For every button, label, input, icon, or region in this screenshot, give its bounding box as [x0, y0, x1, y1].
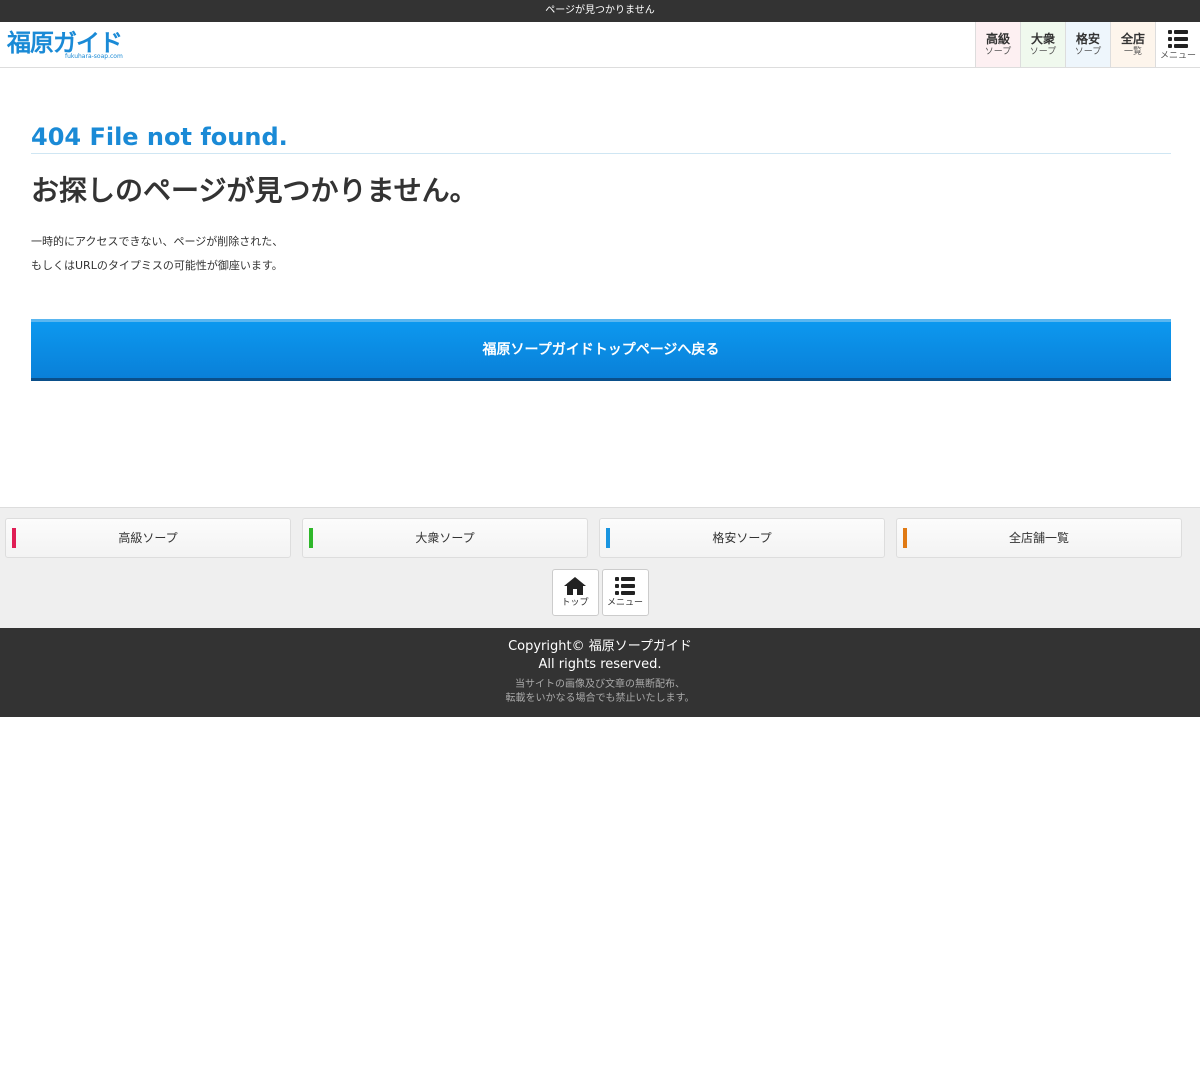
category-color-bar: [606, 528, 610, 548]
nav-all-shops[interactable]: 全店 一覧: [1110, 22, 1155, 67]
category-color-bar: [12, 528, 16, 548]
error-description: 一時的にアクセスできない、ページが削除された、 もしくはURLのタイプミスの可能…: [31, 230, 1171, 278]
logo-domain: fukuhara-soap.com: [65, 53, 123, 60]
nav-all-shops-line1: 全店: [1120, 32, 1145, 46]
not-found-heading: お探しのページが見つかりません。: [31, 174, 478, 207]
nav-all-shops-line2: 一覧: [1123, 47, 1142, 57]
header-menu-label: メニュー: [1159, 51, 1196, 61]
footer-notice: 当サイトの画像及び文章の無断配布、 転載をいかなる場合でも禁止いたします。: [0, 678, 1200, 706]
nav-taishu-line1: 大衆: [1030, 32, 1055, 46]
nav-kakuyasu-line1: 格安: [1075, 32, 1100, 46]
header-nav: 高級 ソープ 大衆 ソープ 格安 ソープ 全店 一覧 メニュー: [975, 22, 1200, 67]
footer-link-all-shops-label: 全店舗一覧: [1008, 531, 1069, 545]
footer-notice-line2: 転載をいかなる場合でも禁止いたします。: [505, 693, 695, 704]
footer-icon-buttons: トップ メニュー: [0, 569, 1200, 616]
error-description-line2: もしくはURLのタイプミスの可能性が御座います。: [31, 259, 283, 272]
footer-link-kakuyasu-soap[interactable]: 格安ソープ: [599, 518, 885, 558]
nav-kakuyasu-line2: ソープ: [1074, 47, 1102, 57]
error-description-line1: 一時的にアクセスできない、ページが削除された、: [31, 235, 284, 248]
nav-taishu-line2: ソープ: [1029, 47, 1057, 57]
footer-menu-button[interactable]: メニュー: [601, 569, 649, 616]
nav-koukyu-line1: 高級: [985, 32, 1010, 46]
footer-link-taishu-label: 大衆ソープ: [415, 531, 475, 545]
footer-menu-label: メニュー: [606, 598, 643, 608]
list-menu-icon: [615, 577, 635, 595]
footer-navigation: 高級ソープ 大衆ソープ 格安ソープ 全店舗一覧 トップ メニュー: [0, 507, 1200, 628]
error-code-title: 404 File not found.: [31, 123, 1171, 154]
category-links: 高級ソープ 大衆ソープ 格安ソープ 全店舗一覧: [0, 508, 1200, 558]
footer-top-button[interactable]: トップ: [551, 569, 599, 616]
header-menu-button[interactable]: メニュー: [1155, 22, 1200, 67]
category-color-bar: [903, 528, 907, 548]
category-color-bar: [309, 528, 313, 548]
site-footer: Copyright© 福原ソープガイド All rights reserved.…: [0, 628, 1200, 717]
home-icon: [564, 577, 586, 595]
footer-top-label: トップ: [561, 598, 589, 608]
footer-link-all-shops[interactable]: 全店舗一覧: [896, 518, 1182, 558]
site-logo[interactable]: 福原ガイド fukuhara-soap.com: [7, 30, 132, 62]
footer-link-kakuyasu-label: 格安ソープ: [712, 531, 772, 545]
nav-koukyu-line2: ソープ: [984, 47, 1012, 57]
footer-link-taishu-soap[interactable]: 大衆ソープ: [302, 518, 588, 558]
footer-link-koukyu-label: 高級ソープ: [118, 531, 178, 545]
footer-link-koukyu-soap[interactable]: 高級ソープ: [5, 518, 291, 558]
footer-notice-line1: 当サイトの画像及び文章の無断配布、: [515, 679, 685, 690]
back-to-top-button[interactable]: 福原ソープガイドトップページへ戻る: [31, 319, 1171, 381]
main-content: 404 File not found. お探しのページが見つかりません。 一時的…: [0, 68, 1200, 507]
list-menu-icon: [1168, 30, 1188, 48]
copyright-text: Copyright© 福原ソープガイド: [508, 639, 692, 654]
site-header: 福原ガイド fukuhara-soap.com 高級 ソープ 大衆 ソープ 格安…: [0, 22, 1200, 68]
nav-taishu-soap[interactable]: 大衆 ソープ: [1020, 22, 1065, 67]
top-status-bar: ページが見つかりません: [0, 0, 1200, 22]
rights-text: All rights reserved.: [538, 657, 662, 672]
top-status-text: ページが見つかりません: [545, 5, 655, 16]
nav-koukyu-soap[interactable]: 高級 ソープ: [975, 22, 1020, 67]
nav-kakuyasu-soap[interactable]: 格安 ソープ: [1065, 22, 1110, 67]
